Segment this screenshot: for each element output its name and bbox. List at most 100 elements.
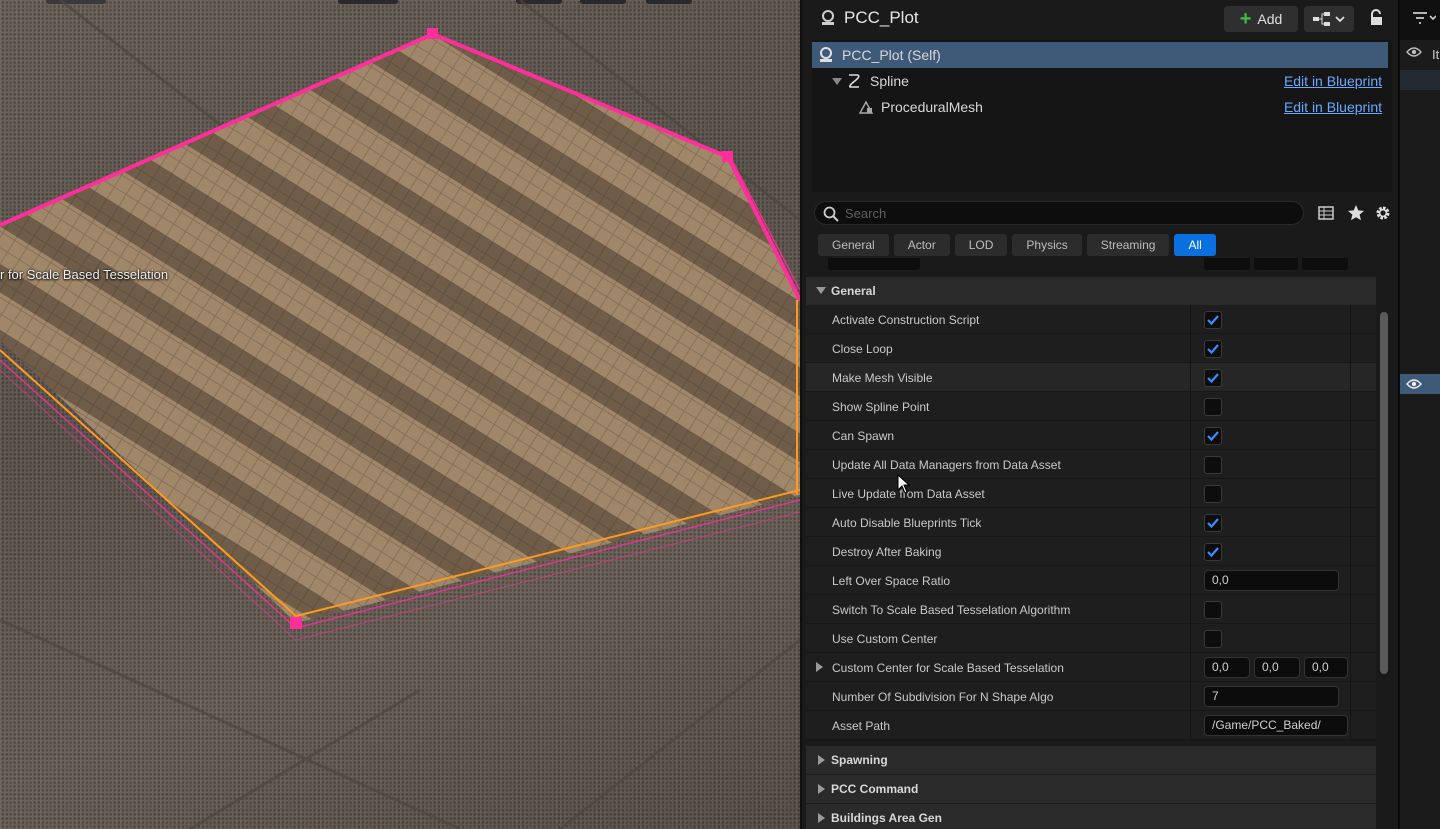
outliner-column <box>1400 40 1440 829</box>
actor-icon <box>820 47 832 62</box>
tab-actor[interactable]: Actor <box>893 234 950 256</box>
property-name: Close Loop <box>832 342 893 356</box>
tab-lod[interactable]: LOD <box>954 234 1008 256</box>
property-row: Show Spline Point <box>806 392 1376 421</box>
property-row: Use Custom Center <box>806 624 1376 653</box>
property-row: Auto Disable Blueprints Tick <box>806 508 1376 537</box>
details-search-box[interactable] <box>814 201 1304 225</box>
gear-icon[interactable] <box>1374 204 1392 222</box>
search-input[interactable] <box>845 204 1295 222</box>
make-mesh-visible-checkbox[interactable] <box>1204 369 1222 387</box>
custom-center-y-field[interactable]: 0,0 <box>1254 657 1300 678</box>
property-name: Make Mesh Visible <box>832 371 933 385</box>
property-name: Left Over Space Ratio <box>832 574 951 588</box>
checkmark-icon <box>1207 344 1219 355</box>
edit-in-blueprint-link[interactable]: Edit in Blueprint <box>1284 99 1382 115</box>
search-icon <box>823 206 839 222</box>
checkmark-icon <box>1207 373 1219 384</box>
clipped-field <box>828 258 920 270</box>
subdivision-count-field[interactable]: 7 <box>1204 686 1339 707</box>
auto-disable-tick-checkbox[interactable] <box>1204 514 1222 532</box>
section-general[interactable]: General <box>806 276 1376 305</box>
details-panel: PCC_Plot + Add PCC_Plot (Self) Spline Ed… <box>800 0 1398 829</box>
edit-in-blueprint-link[interactable]: Edit in Blueprint <box>1284 73 1382 89</box>
custom-center-z-field[interactable]: 0,0 <box>1304 657 1348 678</box>
level-viewport[interactable]: r for Scale Based Tesselation <box>0 0 800 829</box>
viewport-scene <box>0 0 800 829</box>
chevron-down-icon <box>1335 16 1345 23</box>
update-data-managers-checkbox[interactable] <box>1204 456 1222 474</box>
clipped-field <box>1254 258 1298 270</box>
property-row: Live Update from Data Asset <box>806 479 1376 508</box>
destroy-after-baking-checkbox[interactable] <box>1204 543 1222 561</box>
close-loop-checkbox[interactable] <box>1204 340 1222 358</box>
actor-title: PCC_Plot <box>844 8 919 27</box>
tab-streaming[interactable]: Streaming <box>1086 234 1170 256</box>
property-name: Show Spline Point <box>832 400 930 414</box>
table-view-icon[interactable] <box>1317 204 1335 222</box>
show-spline-point-checkbox[interactable] <box>1204 398 1222 416</box>
section-buildings-area-gen[interactable]: Buildings Area Gen <box>806 803 1376 829</box>
outliner-column-label: It <box>1432 47 1440 62</box>
tab-physics[interactable]: Physics <box>1012 234 1082 256</box>
add-button-label: Add <box>1257 11 1283 27</box>
scale-based-tesselation-checkbox[interactable] <box>1204 601 1222 619</box>
property-row: Custom Center for Scale Based Tesselatio… <box>806 653 1376 682</box>
left-over-space-ratio-field[interactable]: 0,0 <box>1204 570 1339 591</box>
section-label: Spawning <box>831 753 888 767</box>
tab-general[interactable]: General <box>818 234 889 256</box>
property-name: Switch To Scale Based Tesselation Algori… <box>832 603 1071 617</box>
property-name: Auto Disable Blueprints Tick <box>832 516 982 530</box>
property-list: General Activate Construction Script Clo… <box>806 258 1376 829</box>
live-update-checkbox[interactable] <box>1204 485 1222 503</box>
actor-icon <box>822 10 834 25</box>
eye-icon[interactable] <box>1406 46 1422 58</box>
checkmark-icon <box>1207 315 1219 326</box>
clipped-property-row <box>806 258 1376 272</box>
property-row: Asset Path /Game/PCC_Baked/ <box>806 711 1376 740</box>
component-label: PCC_Plot (Self) <box>842 47 941 63</box>
property-name: Use Custom Center <box>832 632 938 646</box>
asset-path-field[interactable]: /Game/PCC_Baked/ <box>1204 715 1348 736</box>
use-custom-center-checkbox[interactable] <box>1204 630 1222 648</box>
component-row-self[interactable]: PCC_Plot (Self) <box>812 42 1388 68</box>
spline-point <box>290 617 302 629</box>
expand-arrow-icon <box>818 813 825 823</box>
checkmark-icon <box>1207 547 1219 558</box>
component-label: ProceduralMesh <box>881 99 983 115</box>
clipped-field <box>1302 258 1348 270</box>
section-label: Buildings Area Gen <box>831 811 942 825</box>
lock-icon[interactable] <box>1368 9 1384 27</box>
component-row-spline[interactable]: Spline Edit in Blueprint <box>812 68 1388 94</box>
property-row: Number Of Subdivision For N Shape Algo 7 <box>806 682 1376 711</box>
property-row: Close Loop <box>806 334 1376 363</box>
property-row: Left Over Space Ratio 0,0 <box>806 566 1376 595</box>
add-component-button[interactable]: + Add <box>1224 6 1298 32</box>
property-name: Can Spawn <box>832 429 895 443</box>
filter-icon[interactable] <box>1412 10 1436 26</box>
details-scrollbar[interactable] <box>1380 312 1388 674</box>
spline-point <box>722 151 733 162</box>
activate-construction-script-checkbox[interactable] <box>1204 311 1222 329</box>
custom-center-x-field[interactable]: 0,0 <box>1204 657 1250 678</box>
component-tree: PCC_Plot (Self) Spline Edit in Blueprint… <box>812 40 1392 192</box>
favorites-star-icon[interactable] <box>1347 204 1365 222</box>
property-name: Number Of Subdivision For N Shape Algo <box>832 690 1054 704</box>
blueprint-options-button[interactable] <box>1304 6 1354 32</box>
viewport-overlay-label: r for Scale Based Tesselation <box>0 267 169 282</box>
component-row-proceduralmesh[interactable]: ProceduralMesh Edit in Blueprint <box>812 94 1388 120</box>
property-name: Activate Construction Script <box>832 313 980 327</box>
eye-icon[interactable] <box>1406 378 1422 390</box>
spline-point <box>427 28 438 39</box>
can-spawn-checkbox[interactable] <box>1204 427 1222 445</box>
checkmark-icon <box>1207 518 1219 529</box>
expand-arrow-icon[interactable] <box>816 662 823 672</box>
section-spawning[interactable]: Spawning <box>806 745 1376 774</box>
plus-icon: + <box>1239 8 1252 30</box>
section-label: General <box>831 284 876 298</box>
tab-all[interactable]: All <box>1174 234 1216 256</box>
collapse-arrow-icon <box>816 287 826 294</box>
property-row: Make Mesh Visible <box>806 363 1376 392</box>
section-pcc-command[interactable]: PCC Command <box>806 774 1376 803</box>
collapse-arrow-icon[interactable] <box>832 78 842 85</box>
